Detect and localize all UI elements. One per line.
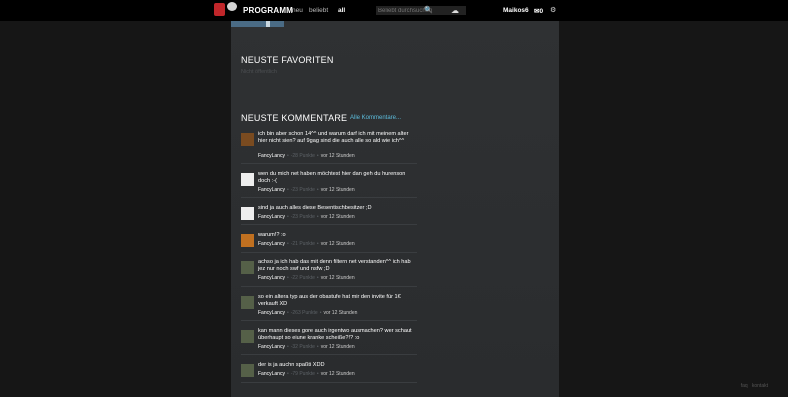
divider bbox=[241, 224, 417, 225]
comment-text[interactable]: so ein altera typ aus der obastufe hat m… bbox=[258, 294, 416, 307]
avatar[interactable] bbox=[241, 296, 254, 309]
list-item: wen du mich net haben möchtest hier dan … bbox=[241, 171, 415, 197]
faq-link[interactable]: faq bbox=[741, 383, 748, 389]
comment-points: -263 Punkte bbox=[290, 310, 318, 316]
comment-points: -32 Punkte bbox=[290, 344, 315, 350]
list-item: so ein altera typ aus der obastufe hat m… bbox=[241, 294, 415, 320]
contact-link[interactable]: kontakt bbox=[752, 383, 768, 389]
favorites-hint: Nicht öffentlich bbox=[241, 69, 277, 75]
list-item: ich bin aber schon 14^^ und warum darf i… bbox=[241, 131, 416, 159]
comment-user[interactable]: FancyLancy bbox=[258, 187, 285, 193]
list-item: achso ja ich hab das mit denn filtern ne… bbox=[241, 259, 415, 285]
avatar[interactable] bbox=[241, 234, 254, 247]
avatar[interactable] bbox=[241, 364, 254, 377]
logo-text[interactable]: PROGRAMM bbox=[243, 6, 293, 15]
list-item: kan mann dieses gore auch irgentwo ausma… bbox=[241, 328, 415, 354]
divider bbox=[241, 354, 417, 355]
divider bbox=[241, 382, 417, 383]
comments-title: NEUSTE KOMMENTARE bbox=[241, 113, 348, 123]
comment-text[interactable]: wen du mich net haben möchtest hier dan … bbox=[258, 171, 416, 184]
avatar[interactable] bbox=[241, 173, 254, 186]
comment-text[interactable]: kan mann dieses gore auch irgentwo ausma… bbox=[258, 328, 416, 341]
comment-user[interactable]: FancyLancy bbox=[258, 214, 285, 220]
comment-time[interactable]: vor 12 Stunden bbox=[321, 275, 355, 281]
comment-points: -21 Punkte bbox=[290, 241, 315, 247]
top-navigation-bar: PROGRAMM neu beliebt all 🔍 ☁ Maikos6 ✉0 … bbox=[0, 0, 788, 21]
comment-user[interactable]: FancyLancy bbox=[258, 275, 285, 281]
messages-count[interactable]: ✉0 bbox=[534, 7, 543, 15]
comment-time[interactable]: vor 12 Stunden bbox=[321, 241, 355, 247]
comment-text[interactable]: sind ja auch alles diese Besentischbesit… bbox=[258, 205, 416, 212]
comment-meta: FancyLancy • -23 Punkte • vor 12 Stunden bbox=[258, 214, 355, 220]
comment-text[interactable]: ich bin aber schon 14^^ und warum darf i… bbox=[258, 131, 416, 144]
divider bbox=[241, 320, 417, 321]
comment-user[interactable]: FancyLancy bbox=[258, 241, 285, 247]
header-banner-accent bbox=[266, 21, 270, 27]
comment-meta: FancyLancy • -22 Punkte • vor 12 Stunden bbox=[258, 275, 355, 281]
comment-points: -22 Punkte bbox=[290, 275, 315, 281]
gear-icon[interactable]: ⚙ bbox=[550, 6, 556, 14]
all-comments-link[interactable]: Alle Kommentare... bbox=[350, 115, 401, 121]
avatar[interactable] bbox=[241, 207, 254, 220]
divider bbox=[241, 197, 417, 198]
nav-item-neu[interactable]: neu bbox=[292, 7, 303, 14]
comment-time[interactable]: vor 12 Stunden bbox=[321, 214, 355, 220]
list-item: warum!? :o FancyLancy • -21 Punkte • vor 12 … bbox=[241, 232, 415, 258]
nav-item-beliebt[interactable]: beliebt bbox=[309, 7, 328, 14]
comment-meta: FancyLancy • -28 Punkte • vor 12 Stunden bbox=[258, 153, 355, 159]
avatar[interactable] bbox=[241, 133, 254, 146]
nav-item-all[interactable]: all bbox=[338, 7, 345, 14]
comment-user[interactable]: FancyLancy bbox=[258, 371, 285, 377]
comment-meta: FancyLancy • -23 Punkte • vor 12 Stunden bbox=[258, 187, 355, 193]
comment-points: -28 Punkte bbox=[290, 153, 315, 159]
comment-points: -23 Punkte bbox=[290, 187, 315, 193]
comment-points: -79 Punkte bbox=[290, 371, 315, 377]
mascot-logo-icon[interactable] bbox=[227, 2, 237, 11]
list-item: der is ja auchn spaßti XDD FancyLancy • -7… bbox=[241, 362, 415, 388]
header-banner-strip bbox=[231, 21, 284, 27]
main-content: NEUSTE FAVORITEN Nicht öffentlich NEUSTE… bbox=[231, 21, 559, 397]
list-item: sind ja auch alles diese Besentischbesit… bbox=[241, 205, 415, 231]
comment-meta: FancyLancy • -79 Punkte • vor 12 Stunden bbox=[258, 371, 355, 377]
comment-meta: FancyLancy • -21 Punkte • vor 12 Stunden bbox=[258, 241, 355, 247]
comment-points: -23 Punkte bbox=[290, 214, 315, 220]
comment-user[interactable]: FancyLancy bbox=[258, 310, 285, 316]
comment-meta: FancyLancy • -263 Punkte • vor 12 Stunden bbox=[258, 310, 358, 316]
comment-text[interactable]: achso ja ich hab das mit denn filtern ne… bbox=[258, 259, 416, 272]
divider bbox=[241, 252, 417, 253]
footer-links: faq kontakt bbox=[741, 383, 768, 389]
cube-logo-icon[interactable] bbox=[214, 3, 225, 16]
comment-text[interactable]: warum!? :o bbox=[258, 232, 416, 239]
top-navigation-inner: PROGRAMM neu beliebt all 🔍 ☁ Maikos6 ✉0 … bbox=[211, 0, 560, 21]
cloud-upload-icon[interactable]: ☁ bbox=[451, 6, 459, 15]
comment-user[interactable]: FancyLancy bbox=[258, 153, 285, 159]
avatar[interactable] bbox=[241, 261, 254, 274]
comment-meta: FancyLancy • -32 Punkte • vor 12 Stunden bbox=[258, 344, 355, 350]
comment-user[interactable]: FancyLancy bbox=[258, 344, 285, 350]
messages-count-value: 0 bbox=[539, 8, 544, 15]
comment-text[interactable]: der is ja auchn spaßti XDD bbox=[258, 362, 416, 369]
divider bbox=[241, 163, 417, 164]
comment-time[interactable]: vor 12 Stunden bbox=[323, 310, 357, 316]
comment-time[interactable]: vor 12 Stunden bbox=[321, 371, 355, 377]
comment-time[interactable]: vor 12 Stunden bbox=[321, 344, 355, 350]
avatar[interactable] bbox=[241, 330, 254, 343]
user-name-link[interactable]: Maikos6 bbox=[503, 7, 529, 14]
search-icon[interactable]: 🔍 bbox=[424, 6, 433, 14]
divider bbox=[241, 286, 417, 287]
favorites-title: NEUSTE FAVORITEN bbox=[241, 55, 334, 65]
comment-time[interactable]: vor 12 Stunden bbox=[321, 153, 355, 159]
comment-time[interactable]: vor 12 Stunden bbox=[321, 187, 355, 193]
